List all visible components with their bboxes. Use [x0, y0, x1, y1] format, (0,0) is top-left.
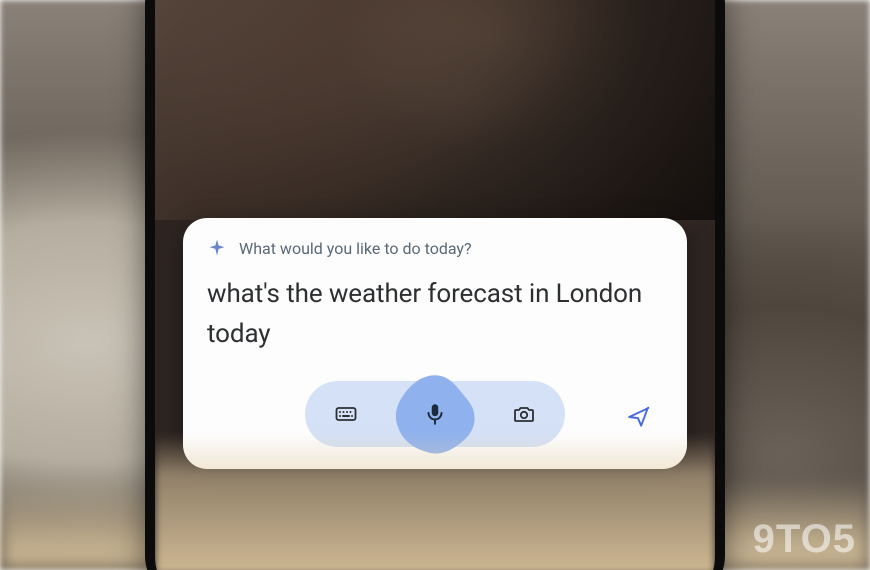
keyboard-icon[interactable]	[333, 401, 359, 427]
assistant-prompt-text: What would you like to do today?	[239, 239, 472, 258]
send-icon[interactable]	[625, 403, 653, 431]
mic-icon	[422, 401, 448, 427]
phone-frame: What would you like to do today? what's …	[145, 0, 725, 570]
camera-icon[interactable]	[511, 401, 537, 427]
assistant-prompt-row: What would you like to do today?	[207, 238, 663, 258]
assistant-card: What would you like to do today? what's …	[183, 218, 687, 469]
sparkle-icon	[207, 238, 227, 258]
input-mode-pill	[305, 381, 565, 447]
mic-button[interactable]	[392, 371, 478, 457]
watermark: 9TO5	[753, 517, 856, 562]
voice-transcript: what's the weather forecast in London to…	[207, 274, 663, 355]
